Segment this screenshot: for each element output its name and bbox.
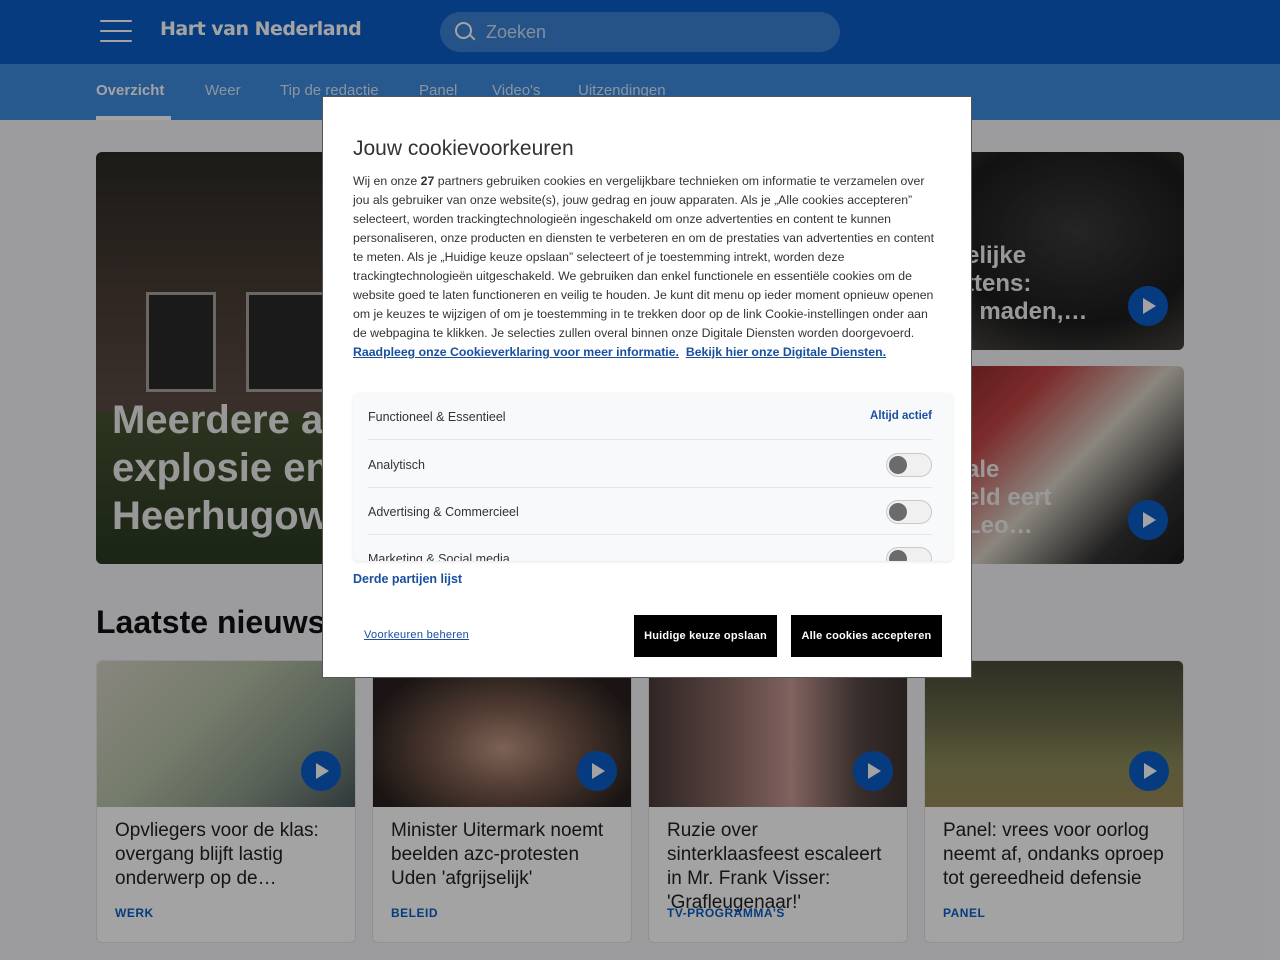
pref-row-marketing: Marketing & Social media [368,535,932,561]
pref-label: Analytisch [368,458,425,472]
digital-services-link[interactable]: Bekijk hier onze Digitale Diensten. [686,345,886,359]
cookie-preferences-list[interactable]: Functioneel & Essentieel Altijd actief A… [353,393,953,561]
pref-label: Marketing & Social media [368,552,510,561]
marketing-toggle[interactable] [886,547,932,561]
always-active-label: Altijd actief [870,410,932,422]
advertising-toggle[interactable] [886,500,932,524]
accept-all-button[interactable]: Alle cookies accepteren [791,615,942,657]
cookie-consent-dialog: Jouw cookievoorkeuren Wij en onze 27 par… [322,96,972,678]
save-choice-button[interactable]: Huidige keuze opslaan [634,615,777,657]
pref-label: Advertising & Commercieel [368,505,519,519]
cookie-dialog-title: Jouw cookievoorkeuren [353,137,574,160]
cookie-text-intro: Wij en onze [353,174,421,188]
pref-row-advertising: Advertising & Commercieel [368,488,932,535]
analytisch-toggle[interactable] [886,453,932,477]
manage-preferences-link[interactable]: Voorkeuren beheren [364,629,469,641]
pref-row-functioneel: Functioneel & Essentieel Altijd actief [368,393,932,440]
partner-count: 27 [420,174,435,188]
pref-label: Functioneel & Essentieel [368,410,506,424]
pref-row-analytisch: Analytisch [368,441,932,488]
third-party-list-link[interactable]: Derde partijen lijst [353,572,462,586]
cookie-statement-link[interactable]: Raadpleeg onze Cookieverklaring voor mee… [353,345,679,359]
cookie-text-main: partners gebruiken cookies en vergelijkb… [353,174,935,340]
cookie-dialog-text: Wij en onze 27 partners gebruiken cookie… [353,172,943,362]
